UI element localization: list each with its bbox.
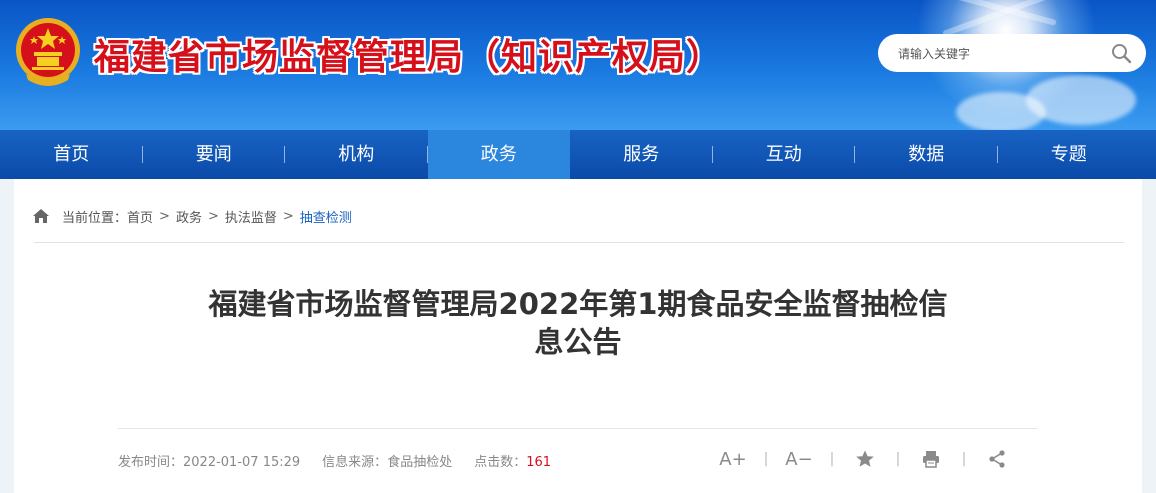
breadcrumb-sampling-inspection[interactable]: 抽查检测 <box>300 207 352 226</box>
nav-item-home[interactable]: 首页 <box>0 130 143 179</box>
breadcrumb-separator: > <box>159 208 170 224</box>
breadcrumb-prefix: 当前位置： <box>62 210 128 226</box>
nav-item-label: 专题 <box>1050 144 1087 165</box>
search-input[interactable] <box>896 43 1100 65</box>
divider <box>118 428 1038 429</box>
toolbar-separator: | <box>829 451 835 467</box>
nav-item-interaction[interactable]: 互动 <box>713 130 855 179</box>
home-icon <box>33 209 49 223</box>
hit-count-label: 点击数： <box>474 455 527 470</box>
toolbar-separator: | <box>895 451 901 467</box>
article-title-line: 息公告 <box>534 325 622 359</box>
breadcrumb-separator: > <box>282 208 294 224</box>
favorite-button[interactable] <box>848 445 882 473</box>
font-larger-button[interactable]: A+ <box>716 445 750 473</box>
article-toolbar: A+ | A− | | | <box>716 445 1014 473</box>
print-button[interactable] <box>914 445 948 473</box>
toolbar-separator: | <box>961 451 967 467</box>
main-nav: 首页 要闻 机构 政务 服务 互动 数据 专题 <box>0 130 1156 179</box>
site-title[interactable]: 福建省市场监督管理局（知识产权局） <box>94 28 723 80</box>
nav-item-label: 互动 <box>765 144 802 165</box>
content-panel: 当前位置： 首页 > 政务 > 执法监督 > 抽查检测 福建省市场监督管理局20… <box>14 179 1142 493</box>
nav-item-government-affairs[interactable]: 政务 <box>427 130 570 179</box>
nav-item-data[interactable]: 数据 <box>855 130 998 179</box>
nav-item-label: 要闻 <box>195 144 232 165</box>
nav-item-services[interactable]: 服务 <box>570 130 713 179</box>
nav-item-label: 首页 <box>53 144 90 165</box>
article-meta: 发布时间：2022-01-07 15:29 信息来源：食品抽检处 点击数：161 <box>118 451 573 470</box>
breadcrumb-home[interactable]: 首页 <box>127 207 153 226</box>
nav-item-label: 数据 <box>908 144 945 165</box>
breadcrumb-law-enforcement[interactable]: 执法监督 <box>225 207 277 226</box>
nav-item-organization[interactable]: 机构 <box>285 130 428 179</box>
breadcrumb-separator: > <box>207 208 219 224</box>
search-icon[interactable] <box>1110 42 1132 64</box>
site-header: 福建省市场监督管理局（知识产权局） <box>0 0 1156 130</box>
toolbar-separator: | <box>763 451 769 467</box>
nav-item-news[interactable]: 要闻 <box>143 130 285 179</box>
star-icon <box>856 450 874 467</box>
publish-time-value: 2022-01-07 15:29 <box>183 455 301 470</box>
info-source: 信息来源：食品抽检处 <box>322 451 452 470</box>
print-icon <box>923 451 939 468</box>
hit-count: 点击数：161 <box>474 451 551 470</box>
font-smaller-button[interactable]: A− <box>782 445 816 473</box>
divider <box>34 242 1124 243</box>
nav-item-label: 机构 <box>338 144 375 165</box>
share-button[interactable] <box>980 445 1014 473</box>
breadcrumb: 当前位置： 首页 > 政务 > 执法监督 > 抽查检测 <box>32 206 352 226</box>
info-source-value: 食品抽检处 <box>387 455 453 470</box>
publish-time-label: 发布时间： <box>118 455 184 470</box>
nav-item-label: 政务 <box>480 144 517 165</box>
article-title: 福建省市场监督管理局2022年第1期食品安全监督抽检信 息公告 <box>164 285 992 361</box>
article-title-line: 福建省市场监督管理局2022年第1期食品安全监督抽检信 <box>208 287 948 321</box>
nav-item-topics[interactable]: 专题 <box>998 130 1141 179</box>
publish-time: 发布时间：2022-01-07 15:29 <box>118 451 300 470</box>
breadcrumb-government-affairs[interactable]: 政务 <box>176 207 202 226</box>
cloud-decoration <box>956 92 1046 130</box>
search-box <box>878 34 1146 72</box>
nav-item-label: 服务 <box>623 144 660 165</box>
hit-count-value: 161 <box>526 455 552 470</box>
info-source-label: 信息来源： <box>322 455 388 470</box>
share-icon <box>989 450 1005 468</box>
national-emblem-logo <box>16 18 80 86</box>
